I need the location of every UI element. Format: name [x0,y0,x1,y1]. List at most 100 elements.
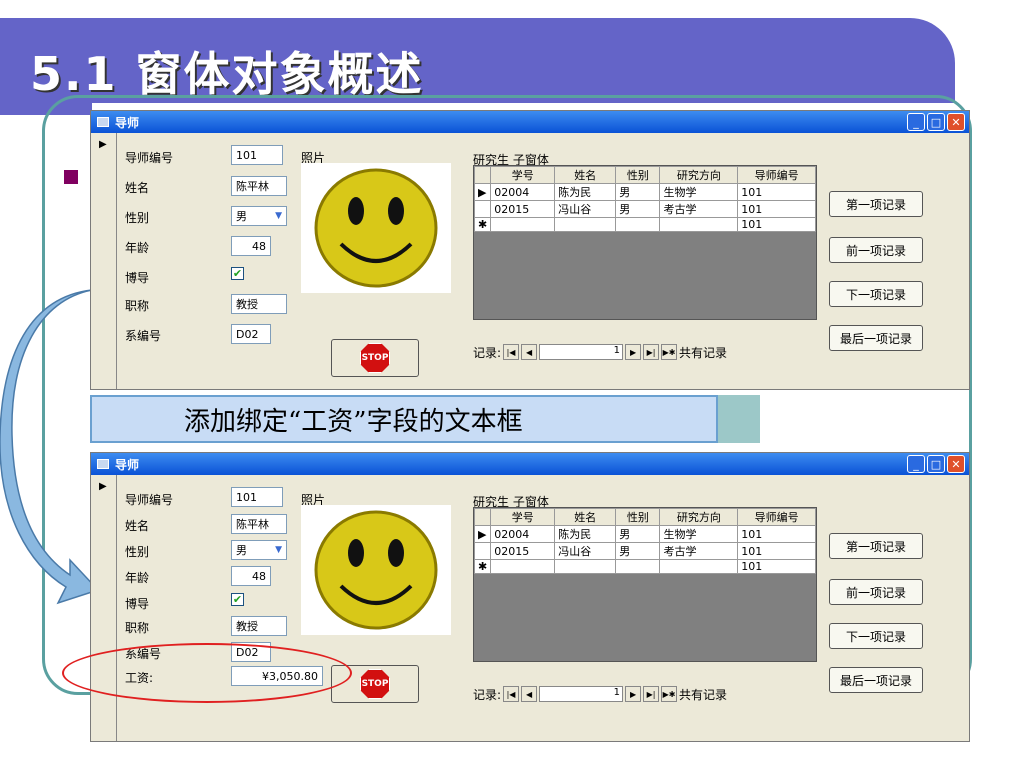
first-record-button[interactable]: 第一项记录 [829,191,923,217]
table-cell[interactable]: 陈为民 [554,183,617,201]
table-cell[interactable] [554,217,617,232]
table-cell[interactable]: 男 [615,525,661,543]
new-record-icon[interactable]: ▶✱ [661,344,678,360]
column-header[interactable]: 性别 [615,166,661,184]
table-cell[interactable]: 101 [737,559,816,574]
last-record-button[interactable]: 最后一项记录 [829,667,923,693]
table-cell[interactable]: 男 [615,200,661,218]
table-cell[interactable]: 男 [615,183,661,201]
row-selector[interactable]: ▶ [473,183,492,201]
first-record-icon[interactable]: |◀ [503,686,520,702]
prev-record-icon[interactable]: ◀ [521,344,538,360]
close-button[interactable]: ✕ [947,455,965,473]
last-record-icon[interactable]: ▶| [643,344,660,360]
gender-select[interactable]: 男 ▼ [231,206,287,226]
form-icon [97,117,109,127]
last-record-button[interactable]: 最后一项记录 [829,325,923,351]
minimize-button[interactable]: _ [907,455,925,473]
next-record-icon[interactable]: ▶ [625,686,642,702]
id-field[interactable]: 101 [231,487,283,507]
prev-record-button[interactable]: 前一项记录 [829,237,923,263]
column-header[interactable]: 研究方向 [659,166,739,184]
table-cell[interactable]: 02004 [490,525,556,543]
maximize-button[interactable]: □ [927,455,945,473]
table-row[interactable]: ▶ 02004 陈为民男生物学 101 [473,183,816,201]
close-button[interactable]: ✕ [947,113,965,131]
name-field[interactable]: 陈平林 [231,176,287,196]
column-header[interactable]: 导师编号 [737,508,816,526]
next-record-icon[interactable]: ▶ [625,344,642,360]
table-row[interactable]: 02015 冯山谷男考古学 101 [473,200,816,218]
table-row[interactable]: ▶ 02004 陈为民男生物学 101 [473,525,816,543]
table-cell[interactable]: 02015 [490,200,556,218]
record-number-input[interactable]: 1 [539,686,624,702]
column-header[interactable]: 导师编号 [737,166,816,184]
record-selector[interactable]: ▶ [93,475,117,741]
phd-checkbox[interactable]: ✔ [231,267,244,280]
table-cell[interactable]: 陈为民 [554,525,617,543]
table-cell[interactable]: 02004 [490,183,556,201]
table-cell[interactable] [615,217,661,232]
column-header[interactable]: 姓名 [554,166,617,184]
prev-record-button[interactable]: 前一项记录 [829,579,923,605]
table-cell[interactable] [659,559,739,574]
table-cell[interactable]: 生物学 [659,183,739,201]
subform-grid: 学号 姓名 性别 研究方向 导师编号 ▶ 02004 陈为民男生物学 101 02015 冯山谷… [473,165,817,320]
next-record-button[interactable]: 下一项记录 [829,281,923,307]
column-header[interactable]: 性别 [615,508,661,526]
column-header[interactable]: 研究方向 [659,508,739,526]
prev-record-icon[interactable]: ◀ [521,686,538,702]
title-label: 职称 [125,621,150,635]
table-cell[interactable] [490,559,556,574]
table-cell[interactable] [554,559,617,574]
smiley-icon [314,510,438,630]
table-cell[interactable]: 冯山谷 [554,542,617,560]
maximize-button[interactable]: □ [927,113,945,131]
new-record-icon[interactable]: ▶✱ [661,686,678,702]
table-row[interactable]: 02015 冯山谷男考古学 101 [473,542,816,560]
new-row-icon[interactable]: ✱ [473,559,492,574]
last-record-icon[interactable]: ▶| [643,686,660,702]
table-cell[interactable] [659,217,739,232]
table-cell[interactable]: 101 [737,200,816,218]
table-cell[interactable]: 02015 [490,542,556,560]
row-selector[interactable] [473,200,492,218]
phd-checkbox[interactable]: ✔ [231,593,244,606]
first-record-button[interactable]: 第一项记录 [829,533,923,559]
table-row[interactable]: ✱ 101 [473,217,816,232]
column-header[interactable]: 姓名 [554,508,617,526]
minimize-button[interactable]: _ [907,113,925,131]
table-cell[interactable]: 考古学 [659,542,739,560]
record-number-input[interactable]: 1 [539,344,624,360]
column-header[interactable]: 学号 [490,166,556,184]
dropdown-icon[interactable]: ▼ [275,545,282,555]
next-record-button[interactable]: 下一项记录 [829,623,923,649]
row-selector[interactable]: ▶ [473,525,492,543]
age-field[interactable]: 48 [231,236,271,256]
record-selector[interactable]: ▶ [93,133,117,389]
table-row[interactable]: ✱ 101 [473,559,816,574]
table-cell[interactable]: 考古学 [659,200,739,218]
table-cell[interactable] [615,559,661,574]
stop-button[interactable]: STOP [331,339,419,377]
column-header[interactable]: 学号 [490,508,556,526]
table-cell[interactable] [490,217,556,232]
title-field[interactable]: 教授 [231,294,287,314]
row-selector[interactable] [473,542,492,560]
table-cell[interactable]: 101 [737,183,816,201]
table-cell[interactable]: 101 [737,542,816,560]
table-cell[interactable]: 101 [737,217,816,232]
new-row-icon[interactable]: ✱ [473,217,492,232]
dept-field[interactable]: D02 [231,324,271,344]
id-field[interactable]: 101 [231,145,283,165]
table-cell[interactable]: 生物学 [659,525,739,543]
age-field[interactable]: 48 [231,566,271,586]
table-cell[interactable]: 101 [737,525,816,543]
gender-select[interactable]: 男 ▼ [231,540,287,560]
name-field[interactable]: 陈平林 [231,514,287,534]
table-cell[interactable]: 冯山谷 [554,200,617,218]
dropdown-icon[interactable]: ▼ [275,211,282,221]
first-record-icon[interactable]: |◀ [503,344,520,360]
title-field[interactable]: 教授 [231,616,287,636]
table-cell[interactable]: 男 [615,542,661,560]
